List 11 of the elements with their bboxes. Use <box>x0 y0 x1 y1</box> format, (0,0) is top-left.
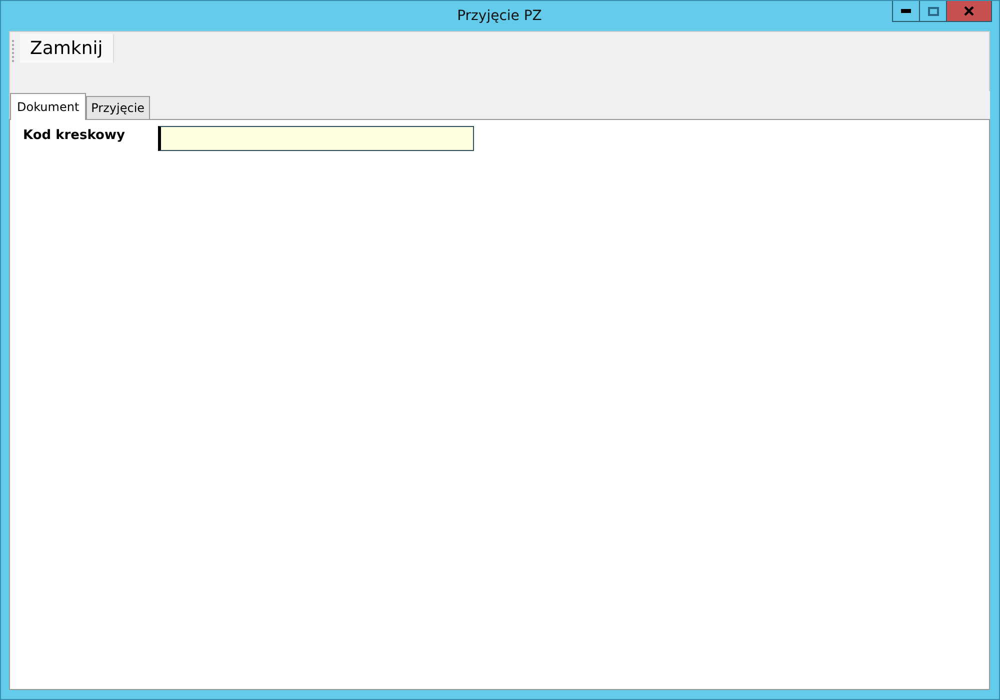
tab[interactable]: Dokument <box>10 93 86 120</box>
field-label: Kod kreskowy <box>23 127 126 145</box>
close-button[interactable] <box>946 1 992 22</box>
minimize-button[interactable] <box>892 1 920 22</box>
window-title: Przyjęcie PZ <box>457 8 542 24</box>
close-icon <box>964 6 974 16</box>
maximize-icon <box>928 6 938 16</box>
barcode-field[interactable] <box>158 126 474 151</box>
tab[interactable]: Przyjęcie <box>86 96 150 119</box>
close-window-button[interactable]: Zamknij <box>20 34 114 63</box>
minimize-icon <box>901 9 911 13</box>
